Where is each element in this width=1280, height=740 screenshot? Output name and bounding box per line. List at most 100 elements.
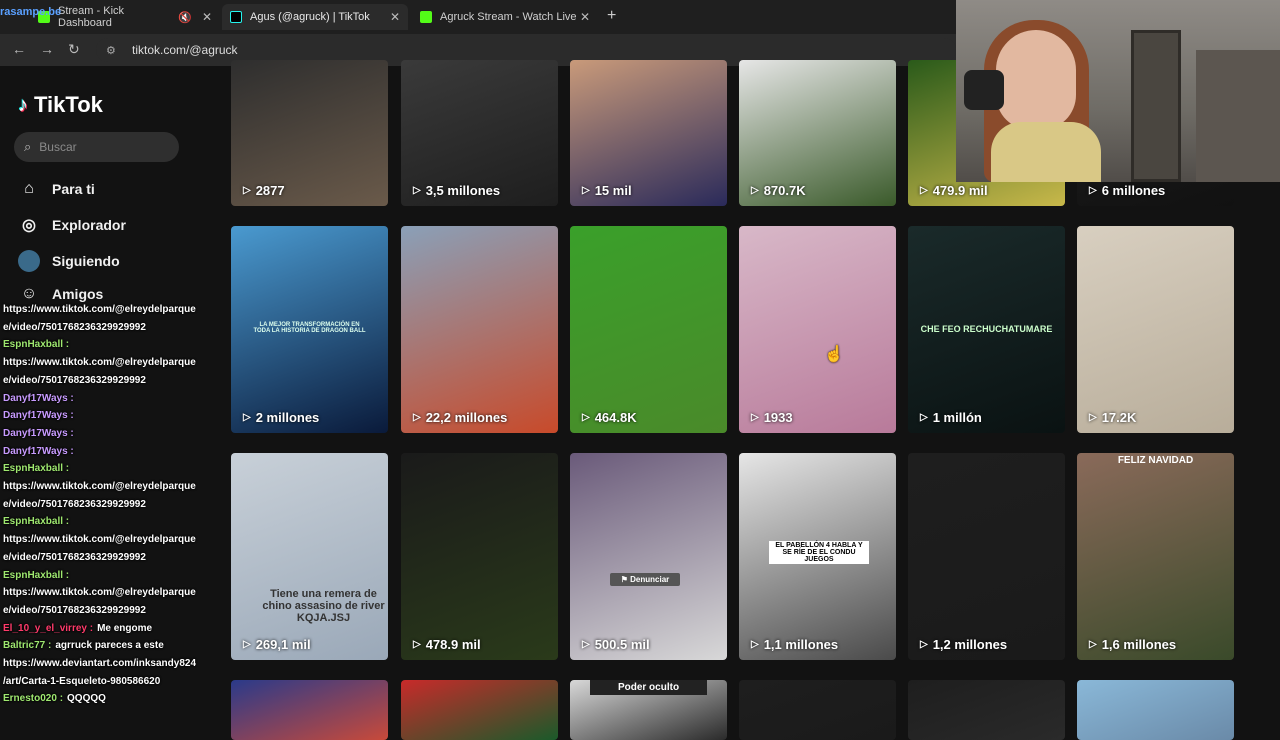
chat-text: e/video/7501768236329929992 (3, 374, 146, 386)
chat-message: Danyf17Ways : (3, 428, 74, 439)
address-bar[interactable]: ⚙ tiktok.com/@agruck (96, 38, 956, 62)
view-count: ▷ 500.5 mil (582, 637, 650, 652)
video-caption: ⚑ Denunciar (610, 573, 680, 586)
chat-message: https://www.tiktok.com/@elreydelparque (3, 357, 196, 368)
view-count-text: 479.9 mil (932, 183, 988, 198)
chat-text: e/video/7501768236329929992 (3, 551, 146, 563)
video-card[interactable]: ▷ 478.9 mil (401, 453, 558, 660)
chat-message: https://www.tiktok.com/@elreydelparque (3, 534, 196, 545)
tab-tiktok[interactable]: Agus (@agruck) | TikTok ✕ (222, 4, 408, 30)
new-tab-button[interactable]: + (607, 7, 616, 25)
view-count: ▷ 464.8K (582, 410, 637, 425)
close-icon[interactable]: ✕ (580, 10, 590, 24)
chat-text: QQQQQ (67, 693, 106, 705)
chat-username: El_10_y_el_virrey : (3, 622, 94, 634)
close-icon[interactable]: ✕ (202, 10, 212, 24)
sidebar-item-amigos[interactable]: ☺ Amigos (18, 285, 104, 303)
chat-message: https://www.tiktok.com/@elreydelparque (3, 587, 196, 598)
view-count: ▷ 269,1 mil (243, 637, 311, 652)
stream-chat-overlay: https://www.tiktok.com/@elreydelparque e/… (0, 302, 215, 720)
site-info-icon[interactable]: ⚙ (106, 44, 120, 57)
chat-text: agrruck pareces a este (55, 640, 164, 652)
tab-title: Agus (@agruck) | TikTok (250, 11, 370, 23)
video-card[interactable] (908, 680, 1065, 740)
view-count: ▷ 1 millón (920, 410, 982, 425)
view-count: ▷ 870.7K (751, 183, 806, 198)
view-count-text: 500.5 mil (594, 637, 650, 652)
video-card[interactable]: ▷ 500.5 mil ⚑ Denunciar (570, 453, 727, 660)
video-card[interactable]: ▷ 870.7K (739, 60, 896, 206)
chat-message: EspnHaxball : (3, 570, 69, 581)
close-icon[interactable]: ✕ (390, 10, 400, 24)
chat-message: El_10_y_el_virrey : Me engome (3, 623, 152, 634)
search-icon: ⌕ (24, 139, 32, 154)
video-card[interactable]: ▷ 1 millón CHE FEO RECHUCHATUMARE (908, 226, 1065, 433)
chat-message: e/video/7501768236329929992 (3, 499, 146, 510)
video-card[interactable] (1077, 680, 1234, 740)
tiktok-logo[interactable]: ♪ TikTok (18, 92, 103, 118)
sidebar-item-label: Para ti (52, 181, 95, 197)
video-caption: FELIZ NAVIDAD (1117, 455, 1194, 466)
view-count: ▷ 479.9 mil (920, 183, 988, 198)
logo-text: TikTok (34, 92, 103, 117)
search-input[interactable]: ⌕ Buscar (14, 132, 179, 162)
reload-icon[interactable]: ↻ (68, 41, 80, 58)
webcam-microphone (964, 70, 1004, 110)
chat-username: Danyf17Ways : (3, 410, 74, 422)
tiktok-icon (230, 11, 242, 23)
view-count: ▷ 1,6 millones (1089, 637, 1176, 652)
view-count: ▷ 3,5 millones (413, 183, 500, 198)
back-icon[interactable]: ← (12, 41, 26, 57)
home-icon: ⌂ (24, 180, 34, 197)
chat-message: Ernesto020 : QQQQQ (3, 693, 106, 704)
view-count-text: 2877 (255, 183, 285, 198)
chat-message: e/video/7501768236329929992 (3, 552, 146, 563)
webcam-door (1131, 30, 1181, 182)
video-card[interactable]: ▷ 17.2K (1077, 226, 1234, 433)
play-icon: ▷ (582, 639, 590, 650)
video-card[interactable]: ▷ 1,6 millones FELIZ NAVIDAD (1077, 453, 1234, 660)
view-count-text: 269,1 mil (255, 637, 311, 652)
view-count-text: 3,5 millones (425, 183, 501, 198)
chat-username: Baltric77 : (3, 640, 52, 652)
sidebar-item-label: Amigos (52, 286, 104, 302)
sidebar-item-explorador[interactable]: ◎ Explorador (18, 215, 126, 235)
sidebar-item-siguiendo[interactable]: Siguiendo (18, 250, 120, 272)
video-card[interactable] (231, 680, 388, 740)
play-icon: ▷ (751, 185, 759, 196)
chat-message: EspnHaxball : (3, 516, 69, 527)
video-card[interactable]: ▷ 22,2 millones (401, 226, 558, 433)
muted-icon[interactable]: 🔇 (178, 11, 192, 24)
video-card[interactable]: ▷ 269,1 mil Tiene una remera de chino assa… (231, 453, 388, 660)
video-card[interactable]: ▷ 15 mil (570, 60, 727, 206)
video-card[interactable]: ▷ 1933 (739, 226, 896, 433)
view-count-text: 6 millones (1101, 183, 1166, 198)
tab-kick-stream[interactable]: Agruck Stream - Watch Live on ✕ (412, 4, 598, 30)
video-card[interactable] (401, 680, 558, 740)
view-count: ▷ 1,2 millones (920, 637, 1007, 652)
forward-icon[interactable]: → (40, 41, 54, 57)
sidebar-item-label: Explorador (52, 217, 126, 233)
chat-username: EspnHaxball : (3, 463, 70, 475)
view-count: ▷ 6 millones (1089, 183, 1165, 198)
sidebar-item-para-ti[interactable]: ⌂ Para ti (18, 180, 95, 198)
view-count: ▷ 2 millones (243, 410, 319, 425)
video-card[interactable] (739, 680, 896, 740)
view-count-text: 1,2 millones (932, 637, 1008, 652)
video-caption: EL PABELLÓN 4 HABLA Y SE RÍE DE EL CONDU… (769, 541, 869, 564)
video-card[interactable]: ▷ 464.8K (570, 226, 727, 433)
sidebar-item-label: Siguiendo (52, 253, 120, 269)
play-icon: ▷ (920, 185, 928, 196)
video-card[interactable]: ▷ 2 millones LA MEJOR TRANSFORMACIÓN EN TO… (231, 226, 388, 433)
video-card[interactable]: ▷ 3,5 millones (401, 60, 558, 206)
chat-text: https://www.tiktok.com/@elreydelparque (3, 357, 196, 369)
video-card[interactable]: ▷ 1,2 millones (908, 453, 1065, 660)
video-card[interactable]: ▷ 2877 (231, 60, 388, 206)
play-icon: ▷ (243, 639, 251, 650)
video-card[interactable]: ▷ 1,1 millones EL PABELLÓN 4 HABLA Y SE RÍ… (739, 453, 896, 660)
play-icon: ▷ (1089, 185, 1097, 196)
chat-text: https://www.tiktok.com/@elreydelparque (3, 534, 196, 546)
chat-username: Ernesto020 : (3, 693, 64, 705)
video-card[interactable]: Poder oculto (570, 680, 727, 740)
chat-text: /art/Carta-1-Esqueleto-980586620 (3, 675, 161, 687)
